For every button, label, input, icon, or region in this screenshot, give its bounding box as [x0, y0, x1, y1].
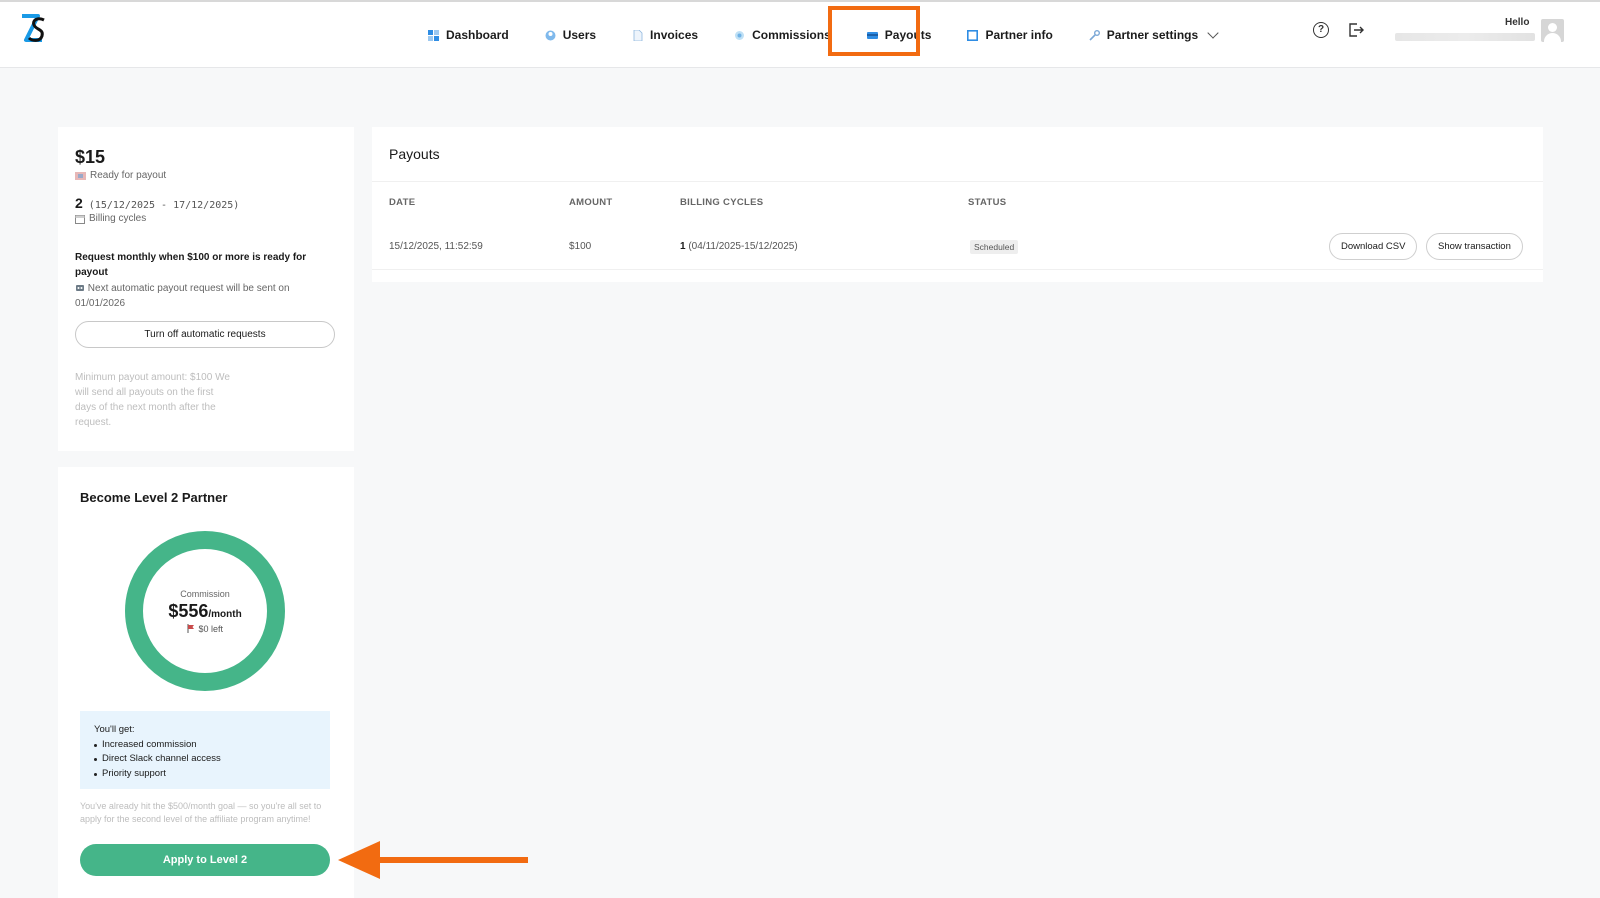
top-navigation-bar: Dashboard Users Invoices Commissions Pay…: [0, 0, 1600, 68]
nav-invoices[interactable]: Invoices: [614, 15, 716, 55]
ready-label: Ready for payout: [90, 170, 167, 181]
download-csv-button[interactable]: Download CSV: [1329, 233, 1418, 260]
nav-label: Partner settings: [1106, 28, 1199, 42]
payouts-title: Payouts: [389, 146, 440, 162]
status-badge: Scheduled: [970, 240, 1019, 254]
ready-label-row: Ready for payout: [75, 170, 337, 181]
level-title: Become Level 2 Partner: [80, 490, 228, 505]
arrow-annotation-icon: [338, 841, 528, 879]
column-header-amount: AMOUNT: [569, 197, 613, 208]
cell-billing-cycles: 1 (04/11/2025-15/12/2025): [680, 241, 798, 252]
nav-partner-info[interactable]: Partner info: [949, 15, 1070, 55]
billing-cycles-row: 2 (15/12/2025 - 17/12/2025): [75, 195, 337, 211]
nav-label: Partner info: [985, 28, 1053, 42]
cycles-range: (15/12/2025 - 17/12/2025): [88, 200, 240, 211]
ring-left-row: $0 left: [187, 623, 224, 634]
show-transaction-button[interactable]: Show transaction: [1426, 233, 1523, 260]
logout-icon[interactable]: [1348, 22, 1364, 38]
nav-label: Dashboard: [446, 28, 509, 42]
column-header-status: STATUS: [968, 197, 1007, 208]
nav-label: Invoices: [650, 28, 699, 42]
avatar[interactable]: [1541, 19, 1564, 42]
next-request-note: Next automatic payout request will be se…: [75, 281, 325, 311]
dashboard-icon: [428, 29, 439, 41]
payouts-highlight-annotation: [828, 6, 920, 56]
cycles-label-row: Billing cycles: [75, 213, 337, 224]
request-rule: Request monthly when $100 or more is rea…: [75, 252, 307, 278]
chevron-down-icon: [1207, 27, 1219, 39]
ring-value-row: $556/month: [168, 601, 241, 622]
benefits-list: Increased commission Direct Slack channe…: [94, 738, 316, 782]
list-item: Increased commission: [94, 738, 316, 753]
users-icon: [545, 30, 556, 40]
payout-summary-card: $15 Ready for payout 2 (15/12/2025 - 17/…: [58, 127, 354, 451]
benefits-box: You'll get: Increased commission Direct …: [80, 711, 330, 789]
cycles-label: Billing cycles: [89, 213, 147, 224]
ring-value: $556: [168, 600, 209, 621]
user-email-redacted: [1395, 33, 1535, 41]
commission-progress-ring: Commission $556/month $0 left: [125, 531, 285, 691]
nav-label: Users: [562, 28, 597, 42]
ready-amount: $15: [75, 147, 106, 167]
cell-amount: $100: [569, 241, 592, 252]
invoice-icon: [633, 29, 643, 41]
ring-label: Commission: [180, 588, 230, 599]
nav-users[interactable]: Users: [527, 15, 614, 55]
cycles-count: 1: [680, 241, 686, 252]
flag-icon: [187, 623, 194, 633]
divider: [372, 181, 1543, 182]
level-2-card: Become Level 2 Partner Commission $556/m…: [58, 467, 354, 898]
cycles-count: 2: [75, 195, 83, 211]
row-divider: [372, 269, 1543, 270]
wrench-icon: [1089, 29, 1100, 41]
cell-date: 15/12/2025, 11:52:59: [389, 241, 483, 252]
help-icon[interactable]: ?: [1313, 22, 1329, 38]
list-item: Direct Slack channel access: [94, 752, 316, 767]
list-item: Priority support: [94, 767, 316, 782]
cycles-range: (04/11/2025-15/12/2025): [688, 241, 798, 252]
nav-partner-settings[interactable]: Partner settings: [1071, 15, 1235, 55]
turn-off-auto-requests-button[interactable]: Turn off automatic requests: [75, 321, 335, 348]
ring-left: $0 left: [198, 623, 224, 634]
calendar-icon: [75, 214, 85, 224]
column-header-billing-cycles: BILLING CYCLES: [680, 197, 764, 208]
partner-info-icon: [967, 29, 979, 41]
cash-icon: [75, 171, 86, 180]
apply-level-2-button[interactable]: Apply to Level 2: [80, 844, 330, 876]
benefits-title: You'll get:: [94, 724, 135, 735]
payouts-table-card: Payouts DATE AMOUNT BILLING CYCLES STATU…: [372, 127, 1543, 282]
goal-note: You've already hit the $500/month goal —…: [80, 801, 322, 824]
column-header-date: DATE: [389, 197, 416, 208]
nav-dashboard[interactable]: Dashboard: [410, 15, 527, 55]
greeting: Hello: [1505, 17, 1530, 28]
robot-icon: [76, 285, 84, 291]
ring-unit: /month: [208, 608, 242, 620]
nav-label: Commissions: [752, 28, 831, 42]
ring-content: Commission $556/month $0 left: [143, 549, 267, 673]
logo-icon[interactable]: [20, 14, 46, 44]
main-nav: Dashboard Users Invoices Commissions Pay…: [410, 2, 1235, 68]
next-request-text: Next automatic payout request will be se…: [75, 283, 290, 309]
commission-icon: [735, 30, 745, 40]
minimum-payout-note: Minimum payout amount: $100 We will send…: [75, 372, 230, 428]
